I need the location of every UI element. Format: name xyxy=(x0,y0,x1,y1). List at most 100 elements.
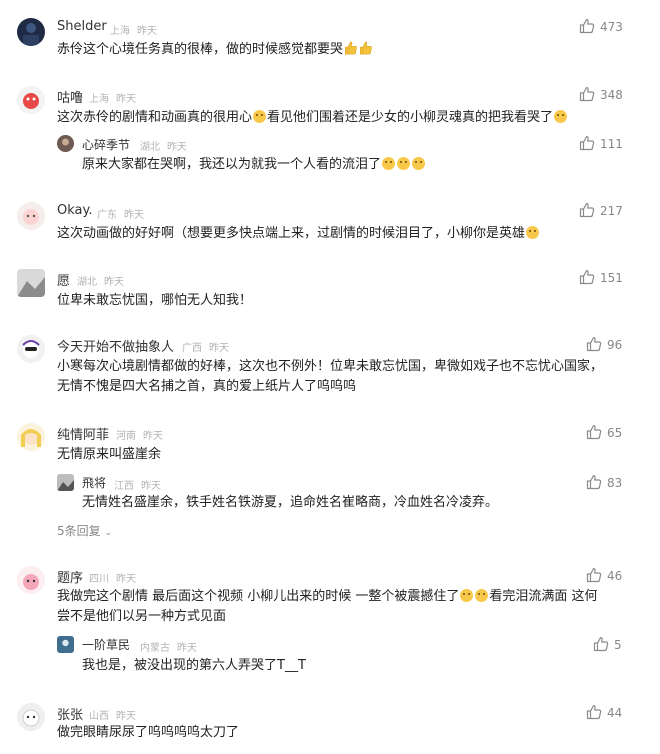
like-count: 473 xyxy=(600,20,623,34)
like-count: 83 xyxy=(607,476,623,490)
crying-emoji-icon xyxy=(412,157,426,170)
thumbs-up-icon xyxy=(586,474,602,490)
username[interactable]: Shelder xyxy=(57,19,107,34)
comment-list: { "colors": { "accent": "#f7c84a", "meta… xyxy=(0,0,660,754)
reply-avatar[interactable] xyxy=(57,474,74,491)
like-button[interactable]: 111 xyxy=(579,135,623,151)
timestamp: 昨天 xyxy=(116,94,136,105)
more-replies-link[interactable]: 5条回复 ⌄ xyxy=(57,522,112,539)
like-count: 46 xyxy=(607,569,623,583)
timestamp: 昨天 xyxy=(116,574,136,585)
thumbs-up-icon xyxy=(579,269,595,285)
like-count: 44 xyxy=(607,706,623,720)
like-button[interactable]: 348 xyxy=(579,86,623,102)
thumbs-up-icon xyxy=(586,567,602,583)
thumbs-up-icon xyxy=(579,135,595,151)
timestamp: 昨天 xyxy=(104,277,124,288)
location: 江西 xyxy=(114,481,134,492)
like-button[interactable]: 96 xyxy=(586,336,622,352)
comment-text: 无情原来叫盛崖余 xyxy=(57,447,162,462)
username[interactable]: 咕噜 xyxy=(57,87,83,106)
comment-text: 我做完这个剧情 最后面这个视频 小柳儿出来的时候 一整个被震撼住了 看完泪流满面 … xyxy=(57,589,598,604)
reply-text: 原来大家都在哭啊，我还以为就我一个人看的流泪了 xyxy=(82,154,426,175)
like-button[interactable]: 44 xyxy=(586,704,622,720)
like-count: 348 xyxy=(600,88,623,102)
thumbs-up-emoji-icon xyxy=(345,41,357,55)
avatar[interactable] xyxy=(17,269,45,297)
comment-text: 做完眼睛尿尿了呜呜呜呜太刀了 xyxy=(57,725,240,740)
like-count: 217 xyxy=(600,204,623,218)
username[interactable]: Okay. xyxy=(57,203,92,218)
username[interactable]: 愿 xyxy=(57,270,70,289)
comment-text: 小寒每次心境剧情都做的好棒，这次也不例外！位卑未敢忘忧国，卑微如戏子也不忘忧心国… xyxy=(57,359,604,374)
username[interactable]: 纯情阿菲 xyxy=(57,424,109,443)
like-count: 5 xyxy=(614,638,622,652)
comment-text: 赤伶这个心境任务真的很棒，做的时候感觉都要哭 xyxy=(57,39,373,60)
crying-emoji-icon xyxy=(397,157,411,170)
like-button[interactable]: 151 xyxy=(579,269,623,285)
timestamp: 昨天 xyxy=(143,431,163,442)
like-count: 151 xyxy=(600,271,623,285)
thumbs-up-icon xyxy=(579,86,595,102)
avatar[interactable] xyxy=(17,703,45,731)
thumbs-up-emoji-icon xyxy=(360,41,372,55)
crying-emoji-icon xyxy=(460,589,474,602)
timestamp: 昨天 xyxy=(116,711,136,722)
location: 四川 xyxy=(89,574,109,585)
reply-username[interactable]: 飛将 xyxy=(82,474,106,491)
comment-text: 这次赤伶的剧情和动画真的很用心 看见他们围着还是少女的小柳灵魂真的把我看哭了 xyxy=(57,107,568,128)
location: 湖北 xyxy=(140,142,160,153)
location: 广西 xyxy=(182,343,202,354)
reply-avatar[interactable] xyxy=(57,135,74,152)
timestamp: 昨天 xyxy=(141,481,161,492)
comment-text: 无情不愧是四大名捕之首，真的爱上纸片人了呜呜呜 xyxy=(57,379,357,394)
reply-avatar[interactable] xyxy=(57,636,74,653)
like-count: 65 xyxy=(607,426,623,440)
avatar[interactable] xyxy=(17,423,45,451)
like-button[interactable]: 65 xyxy=(586,424,622,440)
location: 湖北 xyxy=(77,277,97,288)
timestamp: 昨天 xyxy=(137,26,157,37)
crying-emoji-icon xyxy=(253,110,267,123)
like-button[interactable]: 473 xyxy=(579,18,623,34)
like-button[interactable]: 83 xyxy=(586,474,622,490)
thumbs-up-icon xyxy=(586,336,602,352)
chevron-down-icon: ⌄ xyxy=(104,528,113,538)
timestamp: 昨天 xyxy=(177,643,197,654)
reply-text: 我也是，被没出现的第六人弄哭了T__T xyxy=(82,658,306,673)
reply-username[interactable]: 一阶草民 xyxy=(82,636,130,653)
crying-emoji-icon xyxy=(526,226,540,239)
avatar[interactable] xyxy=(17,18,45,46)
location: 山西 xyxy=(89,711,109,722)
comment-text: 尝不是他们以另一种方式见面 xyxy=(57,609,227,624)
username[interactable]: 题序 xyxy=(57,567,83,586)
thumbs-up-icon xyxy=(579,202,595,218)
like-count: 111 xyxy=(600,137,623,151)
like-button[interactable]: 46 xyxy=(586,567,622,583)
comment-text: 位卑未敢忘忧国，哪怕无人知我！ xyxy=(57,293,253,308)
avatar[interactable] xyxy=(17,202,45,230)
like-button[interactable]: 5 xyxy=(593,636,622,652)
thumbs-up-icon xyxy=(586,424,602,440)
avatar[interactable] xyxy=(17,335,45,363)
username[interactable]: 今天开始不做抽象人 xyxy=(57,336,174,355)
location: 内蒙古 xyxy=(140,643,170,654)
reply-username[interactable]: 心碎季节 xyxy=(82,136,130,153)
like-count: 96 xyxy=(607,338,623,352)
thumbs-up-icon xyxy=(586,704,602,720)
reply-text: 无情姓名盛崖余，铁手姓名铁游夏，追命姓名崔略商，冷血姓名冷凌弃。 xyxy=(82,495,499,510)
avatar[interactable] xyxy=(17,86,45,114)
location: 广东 xyxy=(97,210,117,221)
thumbs-up-icon xyxy=(579,18,595,34)
username[interactable]: 张张 xyxy=(57,704,83,723)
avatar[interactable] xyxy=(17,566,45,594)
timestamp: 昨天 xyxy=(124,210,144,221)
crying-emoji-icon xyxy=(475,589,489,602)
location: 河南 xyxy=(116,431,136,442)
location: 上海 xyxy=(89,94,109,105)
crying-emoji-icon xyxy=(382,157,396,170)
location: 上海 xyxy=(110,26,130,37)
timestamp: 昨天 xyxy=(209,343,229,354)
like-button[interactable]: 217 xyxy=(579,202,623,218)
comment-text: 这次动画做的好好啊（想要更多快点端上来，过剧情的时候泪目了，小柳你是英雄 xyxy=(57,223,540,244)
